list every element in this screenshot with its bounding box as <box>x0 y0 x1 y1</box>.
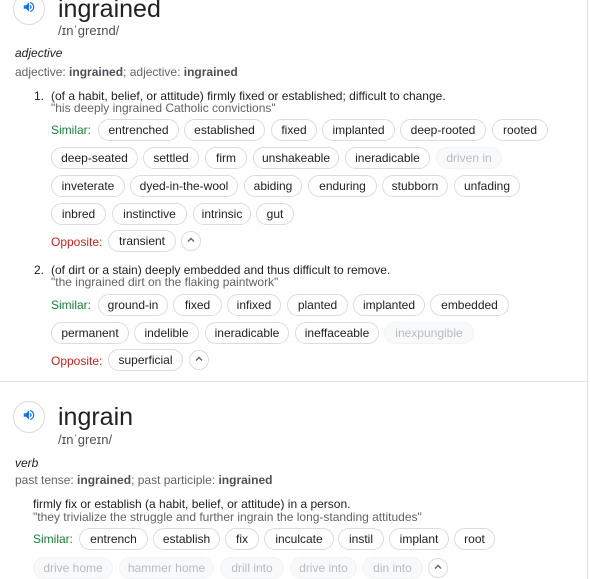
similar-chip[interactable]: hammer home <box>119 557 214 579</box>
collapse-button[interactable] <box>189 350 209 370</box>
similar-chip[interactable]: intrinsic <box>193 203 251 225</box>
opposite-chip[interactable]: transient <box>108 230 176 252</box>
similar-chip[interactable]: drive into <box>290 557 357 579</box>
similar-chip[interactable]: entrenched <box>98 119 179 141</box>
chevron-up-icon <box>194 351 204 369</box>
word-forms: past tense: ingrained; past participle: … <box>15 473 273 487</box>
part-of-speech: verb <box>15 456 39 470</box>
part-of-speech: adjective <box>15 46 63 60</box>
similar-chip[interactable]: ground-in <box>98 294 168 316</box>
similar-chip[interactable]: ineradicable <box>345 147 430 169</box>
similar-chip[interactable]: root <box>454 528 495 550</box>
speaker-icon <box>22 408 36 427</box>
entry-divider <box>0 381 587 382</box>
similar-chip[interactable]: settled <box>143 147 199 169</box>
similar-chip[interactable]: din into <box>362 557 423 579</box>
right-border <box>587 0 588 579</box>
sense-number: 2. <box>34 263 45 277</box>
similar-chip[interactable]: enduring <box>308 175 377 197</box>
similar-chip[interactable]: driven in <box>436 147 502 169</box>
similar-chip[interactable]: inculcate <box>264 528 334 550</box>
similar-chip[interactable]: instil <box>338 528 384 550</box>
similar-chip[interactable]: inexpungible <box>384 322 474 344</box>
chevron-up-icon <box>433 559 443 577</box>
phonetic: /ɪnˈɡreɪn/ <box>58 432 113 447</box>
collapse-button[interactable] <box>181 231 201 251</box>
similar-label: Similar: <box>33 532 74 546</box>
similar-chip[interactable]: infixed <box>227 294 281 316</box>
pronunciation-button[interactable] <box>13 401 45 433</box>
similar-chip[interactable]: instinctive <box>112 203 187 225</box>
similar-chip[interactable]: drill into <box>220 557 284 579</box>
headword: ingrained <box>58 0 161 23</box>
pronunciation-button[interactable] <box>13 0 45 25</box>
similar-chip[interactable]: indelible <box>134 322 199 344</box>
similar-chip[interactable]: rooted <box>492 119 548 141</box>
similar-chip[interactable]: unshakeable <box>253 147 339 169</box>
similar-label: Similar: <box>51 298 92 312</box>
headword: ingrain <box>58 403 134 431</box>
similar-chip[interactable]: implanted <box>353 294 425 316</box>
similar-chip[interactable]: permanent <box>51 322 129 344</box>
similar-chip[interactable]: fixed <box>173 294 222 316</box>
similar-chip[interactable]: stubborn <box>382 175 448 197</box>
similar-chip[interactable]: inveterate <box>51 175 125 197</box>
similar-chip[interactable]: implanted <box>322 119 395 141</box>
similar-chip[interactable]: inbred <box>51 203 106 225</box>
chevron-up-icon <box>186 232 196 250</box>
collapse-button[interactable] <box>428 558 448 578</box>
similar-chip[interactable]: deep-seated <box>51 147 138 169</box>
example: "the ingrained dirt on the flaking paint… <box>51 275 279 289</box>
phonetic: /ɪnˈɡreɪnd/ <box>58 23 120 38</box>
similar-chip[interactable]: drive home <box>33 557 113 579</box>
similar-chip[interactable]: implant <box>389 528 449 550</box>
example: "his deeply ingrained Catholic convictio… <box>51 101 276 115</box>
similar-chip[interactable]: planted <box>287 294 348 316</box>
similar-chip[interactable]: firm <box>205 147 247 169</box>
similar-chip[interactable]: dyed-in-the-wool <box>130 175 238 197</box>
word-forms: adjective: ingrained; adjective: ingrain… <box>15 65 238 79</box>
similar-chip[interactable]: deep-rooted <box>400 119 486 141</box>
similar-chip[interactable]: fix <box>225 528 259 550</box>
similar-chip[interactable]: gut <box>256 203 294 225</box>
definition: firmly fix or establish (a habit, belief… <box>33 497 351 511</box>
similar-chip[interactable]: ineffaceable <box>295 322 379 344</box>
similar-chip[interactable]: entrench <box>79 528 148 550</box>
similar-chip[interactable]: establish <box>153 528 220 550</box>
similar-chip[interactable]: unfading <box>454 175 520 197</box>
similar-chip[interactable]: established <box>184 119 265 141</box>
opposite-label: Opposite: <box>51 235 103 249</box>
sense-number: 1. <box>34 89 45 103</box>
similar-chip[interactable]: fixed <box>271 119 317 141</box>
similar-label: Similar: <box>51 123 92 137</box>
opposite-label: Opposite: <box>51 354 103 368</box>
similar-chip[interactable]: abiding <box>244 175 302 197</box>
similar-chip[interactable]: ineradicable <box>205 322 289 344</box>
example: "they trivialize the struggle and furthe… <box>33 510 422 524</box>
speaker-icon <box>22 0 36 19</box>
similar-chip[interactable]: embedded <box>430 294 509 316</box>
opposite-chip[interactable]: superficial <box>108 349 183 371</box>
